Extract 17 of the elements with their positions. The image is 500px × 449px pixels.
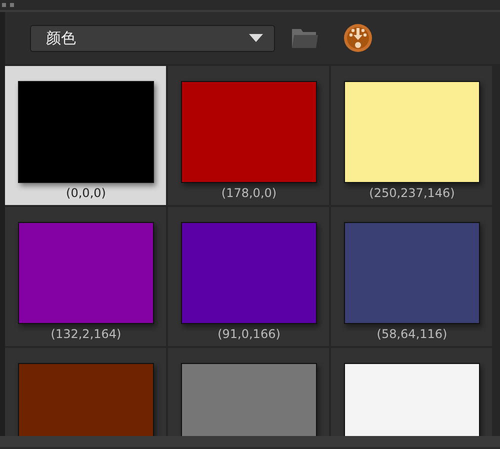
swatch-tile[interactable]: (91,0,166) — [168, 207, 329, 346]
swatch-tile[interactable]: (132,2,164) — [5, 207, 166, 346]
color-value-label: (250,237,146) — [368, 186, 456, 201]
swatch-tile[interactable]: (178,0,0) — [168, 66, 329, 205]
color-value-label: (91,0,166) — [216, 327, 282, 342]
swatch-tile[interactable]: (58,64,116) — [331, 207, 492, 346]
download-gauge-icon[interactable] — [343, 23, 373, 53]
swatch-tile[interactable]: (0,0,0) — [5, 66, 166, 205]
color-value-label: (0,0,0) — [65, 186, 107, 201]
color-value-label: (132,2,164) — [50, 327, 122, 342]
dropdown-caret-icon — [248, 33, 264, 43]
horizontal-scrollbar[interactable] — [0, 436, 500, 447]
color-value-label: (58,64,116) — [376, 327, 448, 342]
folder-icon[interactable] — [291, 26, 319, 50]
color-value-label: (178,0,0) — [220, 186, 278, 201]
preset-dropdown[interactable]: 颜色 — [30, 24, 275, 52]
swatch-tile[interactable]: (250,237,146) — [331, 66, 492, 205]
